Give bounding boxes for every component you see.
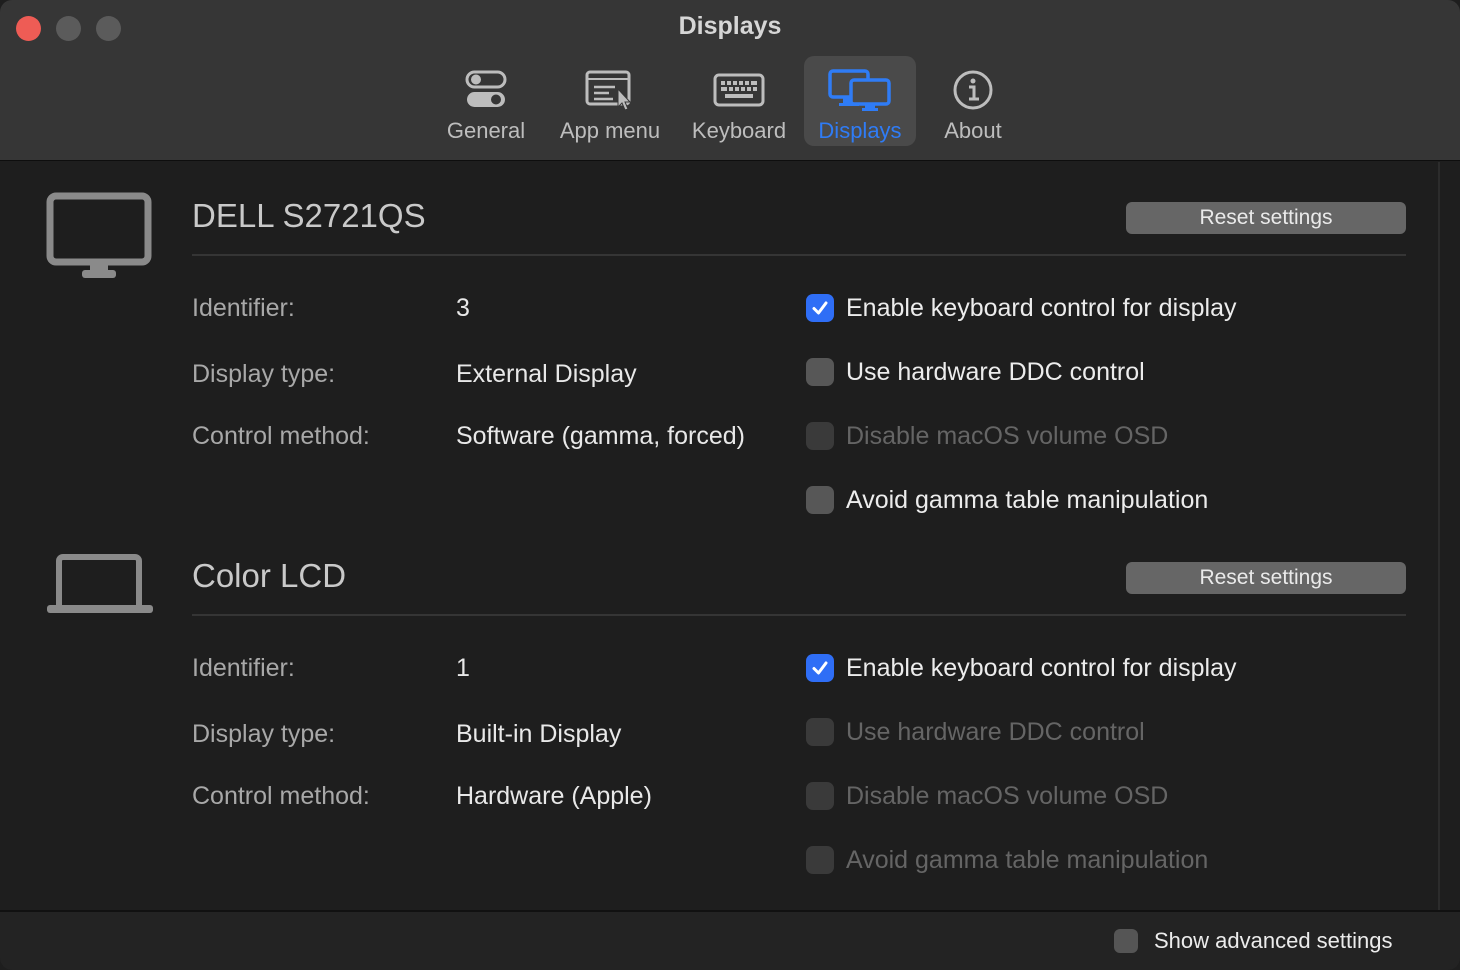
show-advanced-settings-checkbox[interactable]: Show advanced settings [1114, 926, 1393, 956]
disable-volume-osd-checkbox: Disable macOS volume OSD [806, 421, 1168, 451]
displays-pane: DELL S2721QS Reset settings Identifier: … [0, 162, 1460, 910]
identifier-value: 1 [456, 654, 470, 682]
use-ddc-control-checkbox: Use hardware DDC control [806, 717, 1145, 747]
display-type-value: Built-in Display [456, 720, 622, 748]
checkbox-label: Disable macOS volume OSD [846, 781, 1169, 810]
displays-icon [827, 64, 893, 116]
checkbox-box[interactable] [806, 486, 834, 514]
tab-label: General [446, 118, 526, 143]
checkbox-label: Avoid gamma table manipulation [846, 845, 1209, 874]
tab-keyboard[interactable]: Keyboard [680, 56, 798, 146]
checkbox-box [806, 422, 834, 450]
checkbox-box [806, 718, 834, 746]
identifier-label: Identifier: [192, 294, 295, 322]
checkbox-box[interactable] [1114, 929, 1138, 953]
checkbox-label: Use hardware DDC control [846, 717, 1145, 746]
display-name: Color LCD [192, 557, 347, 594]
tab-general[interactable]: General [436, 56, 536, 146]
tab-label: Displays [818, 118, 902, 143]
monitor-icon [46, 192, 152, 285]
enable-keyboard-control-checkbox[interactable]: Enable keyboard control for display [806, 293, 1237, 323]
divider [192, 254, 1406, 256]
display-type-label: Display type: [192, 720, 336, 748]
enable-keyboard-control-checkbox[interactable]: Enable keyboard control for display [806, 653, 1237, 683]
control-method-value: Hardware (Apple) [456, 782, 652, 810]
checkbox-label: Show advanced settings [1154, 928, 1393, 953]
identifier-label: Identifier: [192, 654, 295, 682]
window-title: Displays [678, 12, 782, 40]
control-method-value: Software (gamma, forced) [456, 422, 745, 450]
keyboard-icon [713, 64, 765, 116]
scrollbar-track[interactable] [1438, 162, 1440, 910]
checkbox-box [806, 782, 834, 810]
identifier-value: 3 [456, 294, 470, 322]
footer-bar: Show advanced settings [0, 910, 1460, 970]
display-type-value: External Display [456, 360, 637, 388]
checkmark-icon[interactable] [806, 294, 834, 322]
toolbar: Displays General App menu Keyboard Displ… [0, 0, 1460, 161]
app-menu-icon [585, 64, 635, 116]
checkbox-label: Avoid gamma table manipulation [846, 485, 1209, 514]
display-name: DELL S2721QS [192, 197, 426, 234]
checkbox-label: Enable keyboard control for display [846, 653, 1237, 682]
display-type-label: Display type: [192, 360, 336, 388]
use-ddc-control-checkbox[interactable]: Use hardware DDC control [806, 357, 1145, 387]
checkbox-box[interactable] [806, 358, 834, 386]
tab-label: Keyboard [691, 118, 787, 143]
preferences-window: Displays General App menu Keyboard Displ… [0, 0, 1460, 970]
disable-volume-osd-checkbox: Disable macOS volume OSD [806, 781, 1168, 811]
info-icon [952, 64, 994, 116]
divider [192, 614, 1406, 616]
checkbox-box [806, 846, 834, 874]
tab-label: About [944, 118, 1002, 143]
checkbox-label: Disable macOS volume OSD [846, 421, 1169, 450]
control-method-label: Control method: [192, 422, 370, 450]
checkbox-label: Use hardware DDC control [846, 357, 1145, 386]
tab-about[interactable]: About [924, 56, 1022, 146]
tab-displays[interactable]: Displays [804, 56, 916, 146]
tab-app-menu[interactable]: App menu [548, 56, 672, 146]
toggles-icon [465, 64, 507, 116]
checkmark-icon[interactable] [806, 654, 834, 682]
avoid-gamma-checkbox[interactable]: Avoid gamma table manipulation [806, 485, 1208, 515]
tab-label: App menu [559, 118, 661, 143]
checkbox-label: Enable keyboard control for display [846, 293, 1237, 322]
reset-settings-button[interactable]: Reset settings [1126, 202, 1406, 234]
control-method-label: Control method: [192, 782, 370, 810]
reset-settings-button[interactable]: Reset settings [1126, 562, 1406, 594]
laptop-icon [46, 552, 154, 621]
avoid-gamma-checkbox: Avoid gamma table manipulation [806, 845, 1208, 875]
